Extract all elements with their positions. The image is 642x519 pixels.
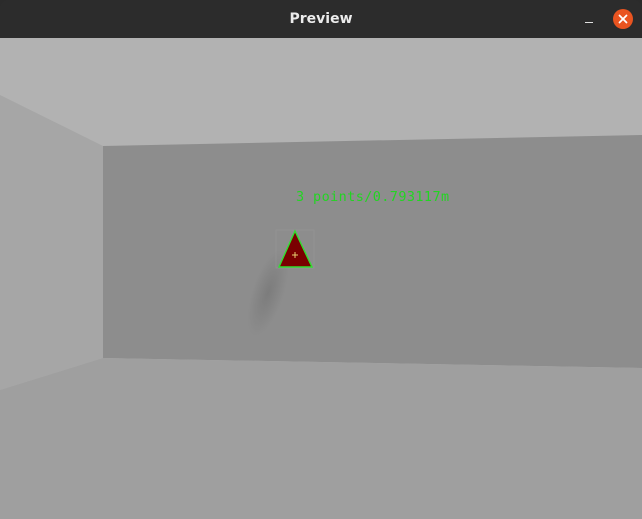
close-icon [618,14,628,24]
left-wall [0,95,103,390]
room-scene [0,38,642,519]
window-title: Preview [289,11,353,27]
close-button[interactable] [613,9,633,29]
minimize-button[interactable] [578,9,600,31]
ceiling [0,38,642,146]
back-wall [103,135,642,368]
preview-viewport[interactable]: 3 points/0.793117m [0,38,642,519]
measurement-label: 3 points/0.793117m [296,189,450,205]
preview-window: Preview 3 points/0.793117m [0,0,642,519]
floor [0,358,642,519]
title-bar[interactable]: Preview [0,0,642,38]
